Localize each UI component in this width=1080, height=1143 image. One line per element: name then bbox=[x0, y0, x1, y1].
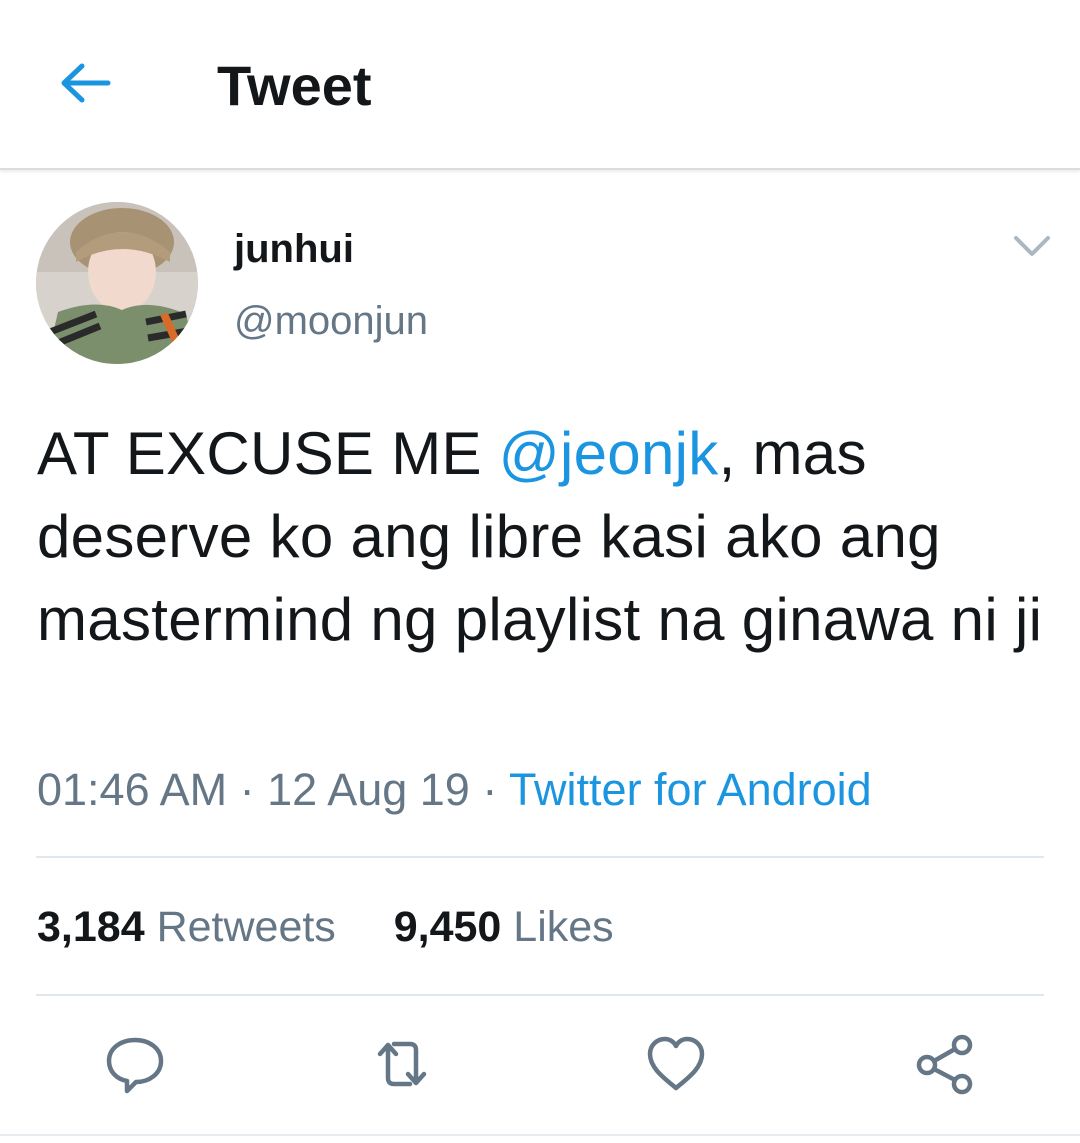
source-link[interactable]: Twitter for Android bbox=[509, 764, 872, 815]
retweets-count: 3,184 bbox=[37, 903, 145, 951]
likes-stat[interactable]: 9,450 Likes bbox=[394, 903, 614, 951]
page-title: Tweet bbox=[217, 54, 372, 117]
meta-separator: · bbox=[469, 764, 510, 815]
share-icon[interactable] bbox=[914, 1032, 978, 1096]
reply-icon[interactable] bbox=[103, 1032, 167, 1096]
likes-count: 9,450 bbox=[393, 903, 502, 951]
likes-label: Likes bbox=[513, 903, 614, 951]
divider bbox=[36, 994, 1044, 996]
top-app-bar: Tweet bbox=[0, 0, 1080, 170]
like-icon[interactable] bbox=[644, 1032, 708, 1096]
tweet-text: AT EXCUSE ME @jeonjk, mas deserve ko ang… bbox=[37, 412, 1047, 661]
retweets-stat[interactable]: 3,184 Retweets bbox=[37, 903, 336, 951]
profile-photo bbox=[36, 202, 198, 364]
retweet-icon[interactable] bbox=[370, 1032, 434, 1096]
meta-separator: · bbox=[227, 764, 268, 815]
divider bbox=[36, 856, 1044, 858]
retweets-label: Retweets bbox=[156, 903, 336, 951]
bottom-divider bbox=[0, 1134, 1080, 1136]
tweet-text-part: AT EXCUSE ME bbox=[37, 420, 499, 487]
user-handle[interactable]: @moonjun bbox=[234, 298, 428, 344]
tweet-time: 01:46 AM bbox=[37, 764, 228, 815]
chevron-down-icon[interactable] bbox=[1010, 226, 1054, 266]
tweet-metadata: 01:46 AM · 12 Aug 19 · Twitter for Andro… bbox=[37, 764, 872, 816]
arrow-left-icon[interactable] bbox=[58, 56, 112, 110]
tweet-stats: 3,184 Retweets 9,450 Likes bbox=[37, 902, 614, 952]
user-display-name[interactable]: junhui bbox=[234, 226, 354, 272]
mention-link[interactable]: @jeonjk bbox=[499, 420, 719, 487]
tweet-date: 12 Aug 19 bbox=[267, 764, 470, 815]
avatar[interactable] bbox=[36, 202, 198, 364]
